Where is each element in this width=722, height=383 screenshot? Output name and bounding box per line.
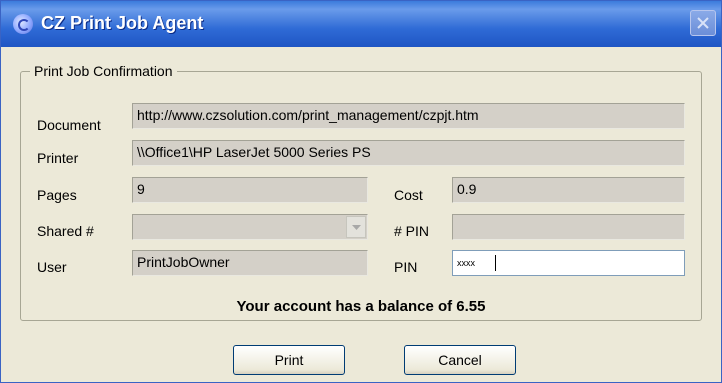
print-button[interactable]: Print [233,345,345,375]
user-label: User [37,259,67,275]
cancel-button[interactable]: Cancel [404,345,516,375]
pin-input[interactable]: xxxx [452,250,685,276]
document-label: Document [37,117,101,133]
window-title: CZ Print Job Agent [41,13,204,33]
cost-field[interactable]: 0.9 [452,177,685,203]
close-button[interactable] [690,10,716,36]
print-agent-icon [13,14,33,34]
chevron-down-icon [352,225,361,230]
hash-pin-label: # PIN [394,223,430,239]
balance-message: Your account has a balance of 6.55 [236,298,486,315]
hash-pin-field[interactable] [452,214,685,240]
pages-field[interactable]: 9 [132,177,368,203]
group-legend: Print Job Confirmation [30,63,177,79]
pin-input-value: xxxx [457,258,475,268]
close-icon [697,17,709,29]
shared-label: Shared # [37,223,94,239]
title-bar[interactable]: CZ Print Job Agent [1,1,721,47]
document-field[interactable]: http://www.czsolution.com/print_manageme… [132,103,685,129]
shared-dropdown-button[interactable] [346,216,366,238]
shared-select[interactable] [132,214,368,240]
text-caret [495,255,496,271]
cost-label: Cost [394,187,423,203]
pages-label: Pages [37,187,77,203]
user-field[interactable]: PrintJobOwner [132,250,368,276]
printer-field[interactable]: \\Office1\HP LaserJet 5000 Series PS [132,140,685,166]
printer-label: Printer [37,150,79,166]
pin-label: PIN [394,259,418,275]
